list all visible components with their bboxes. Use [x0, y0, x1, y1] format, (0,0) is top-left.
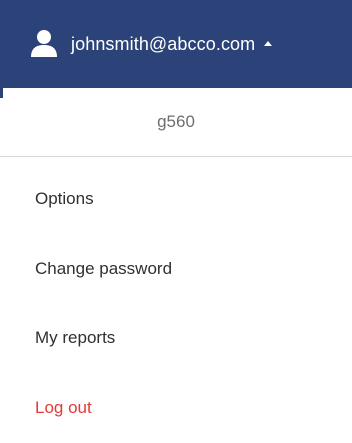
menu-item-my-reports[interactable]: My reports [35, 328, 115, 348]
account-id: g560 [157, 112, 195, 131]
caret-up-icon [264, 40, 273, 46]
account-menu-toggle[interactable]: johnsmith@abcco.com [0, 0, 352, 88]
user-icon [31, 30, 57, 57]
menu-item-change-password[interactable]: Change password [35, 259, 172, 279]
divider [0, 156, 352, 157]
account-dropdown: g560 Options Change password My reports … [0, 88, 352, 443]
user-email: johnsmith@abcco.com [71, 33, 256, 54]
menu-item-log-out[interactable]: Log out [35, 398, 92, 418]
menu-item-options[interactable]: Options [35, 189, 94, 209]
